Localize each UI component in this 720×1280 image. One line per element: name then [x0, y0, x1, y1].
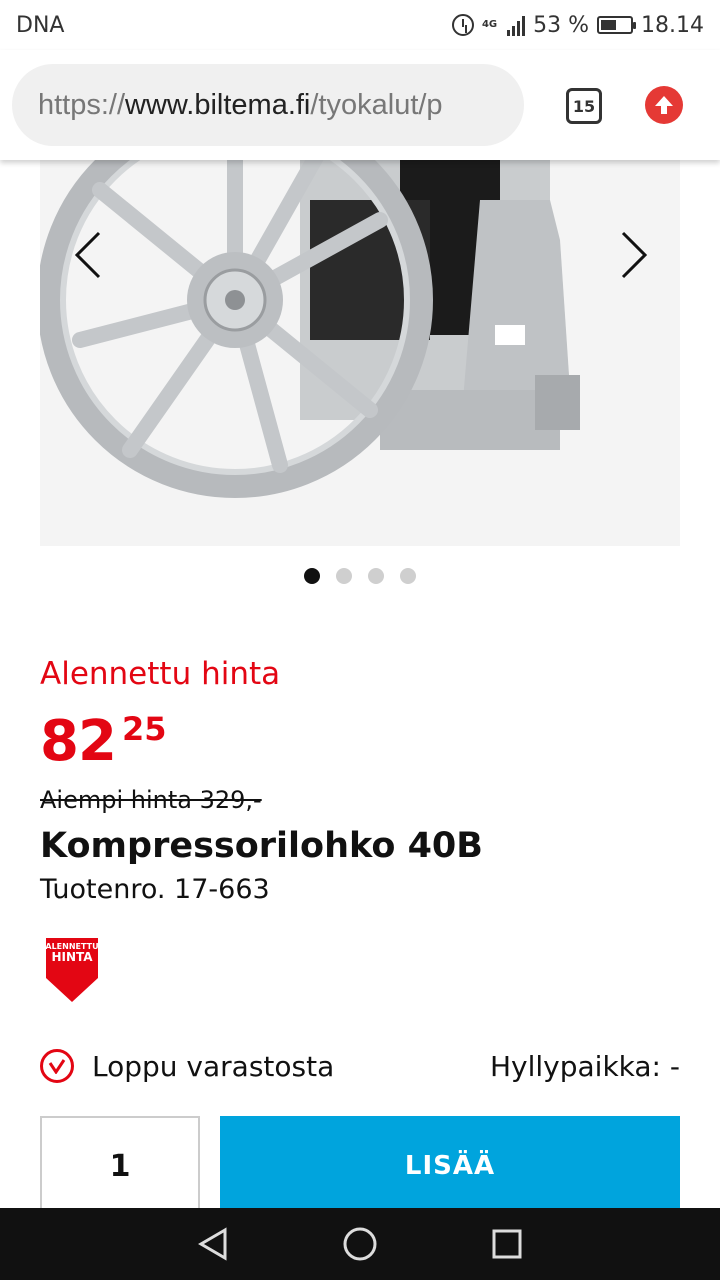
- compressor-image: [40, 160, 580, 498]
- status-bar: DNA 4G 53 % 18.14: [0, 0, 720, 50]
- home-icon: [343, 1227, 377, 1261]
- recents-button[interactable]: [477, 1214, 537, 1274]
- product-title: Kompressorilohko 40B: [40, 826, 483, 866]
- network-label: 4G: [481, 19, 498, 30]
- carrier-label: DNA: [16, 12, 65, 38]
- carousel-dot[interactable]: [368, 568, 384, 584]
- url-path: /tyokalut/p: [310, 88, 443, 121]
- carousel-next-button[interactable]: [612, 230, 656, 280]
- carousel-dots: [0, 568, 720, 584]
- browser-toolbar: https://www.biltema.fi/tyokalut/p 15: [0, 50, 720, 160]
- product-number: Tuotenro. 17-663: [40, 874, 270, 905]
- price-cents: 25: [121, 710, 167, 748]
- current-price: 82 25: [40, 712, 166, 772]
- shelf-location: Hyllypaikka: -: [490, 1049, 680, 1083]
- carousel-dot[interactable]: [304, 568, 320, 584]
- stock-row: Loppu varastosta Hyllypaikka: -: [40, 1044, 680, 1088]
- tab-count: 15: [572, 96, 596, 116]
- clock: 18.14: [641, 12, 704, 38]
- recents-icon: [492, 1229, 522, 1259]
- stock-status: Loppu varastosta: [92, 1049, 335, 1083]
- update-icon[interactable]: [645, 86, 683, 124]
- url-scheme: https://: [38, 88, 126, 121]
- battery-percent: 53 %: [533, 12, 590, 38]
- add-to-cart-button[interactable]: LISÄÄ: [220, 1116, 680, 1216]
- check-circle-icon: [40, 1049, 74, 1083]
- discount-badge-icon: ALENNETTU HINTA: [45, 938, 99, 1002]
- alarm-icon: [451, 14, 474, 36]
- back-icon: [198, 1227, 227, 1261]
- battery-icon: [597, 16, 637, 34]
- address-bar[interactable]: https://www.biltema.fi/tyokalut/p: [12, 64, 524, 146]
- quantity-input[interactable]: 1: [40, 1116, 200, 1216]
- price-whole: 82: [40, 709, 117, 774]
- carousel-dot[interactable]: [400, 568, 416, 584]
- tabs-button[interactable]: 15: [566, 88, 602, 124]
- badge-line-2: HINTA: [51, 950, 93, 964]
- old-price: Aiempi hinta 329,-: [40, 786, 262, 814]
- url-host: www.biltema.fi: [125, 88, 311, 121]
- discount-label: Alennettu hinta: [40, 656, 281, 692]
- chevron-left-icon: [74, 231, 101, 279]
- home-button[interactable]: [330, 1214, 390, 1274]
- back-button[interactable]: [183, 1214, 243, 1274]
- chevron-right-icon: [621, 231, 648, 279]
- carousel-prev-button[interactable]: [66, 230, 110, 280]
- product-image[interactable]: [40, 160, 680, 546]
- carousel-dot[interactable]: [336, 568, 352, 584]
- signal-icon: [507, 14, 526, 36]
- navigation-bar: [0, 1208, 720, 1280]
- status-icons: 4G 53 % 18.14: [451, 12, 704, 38]
